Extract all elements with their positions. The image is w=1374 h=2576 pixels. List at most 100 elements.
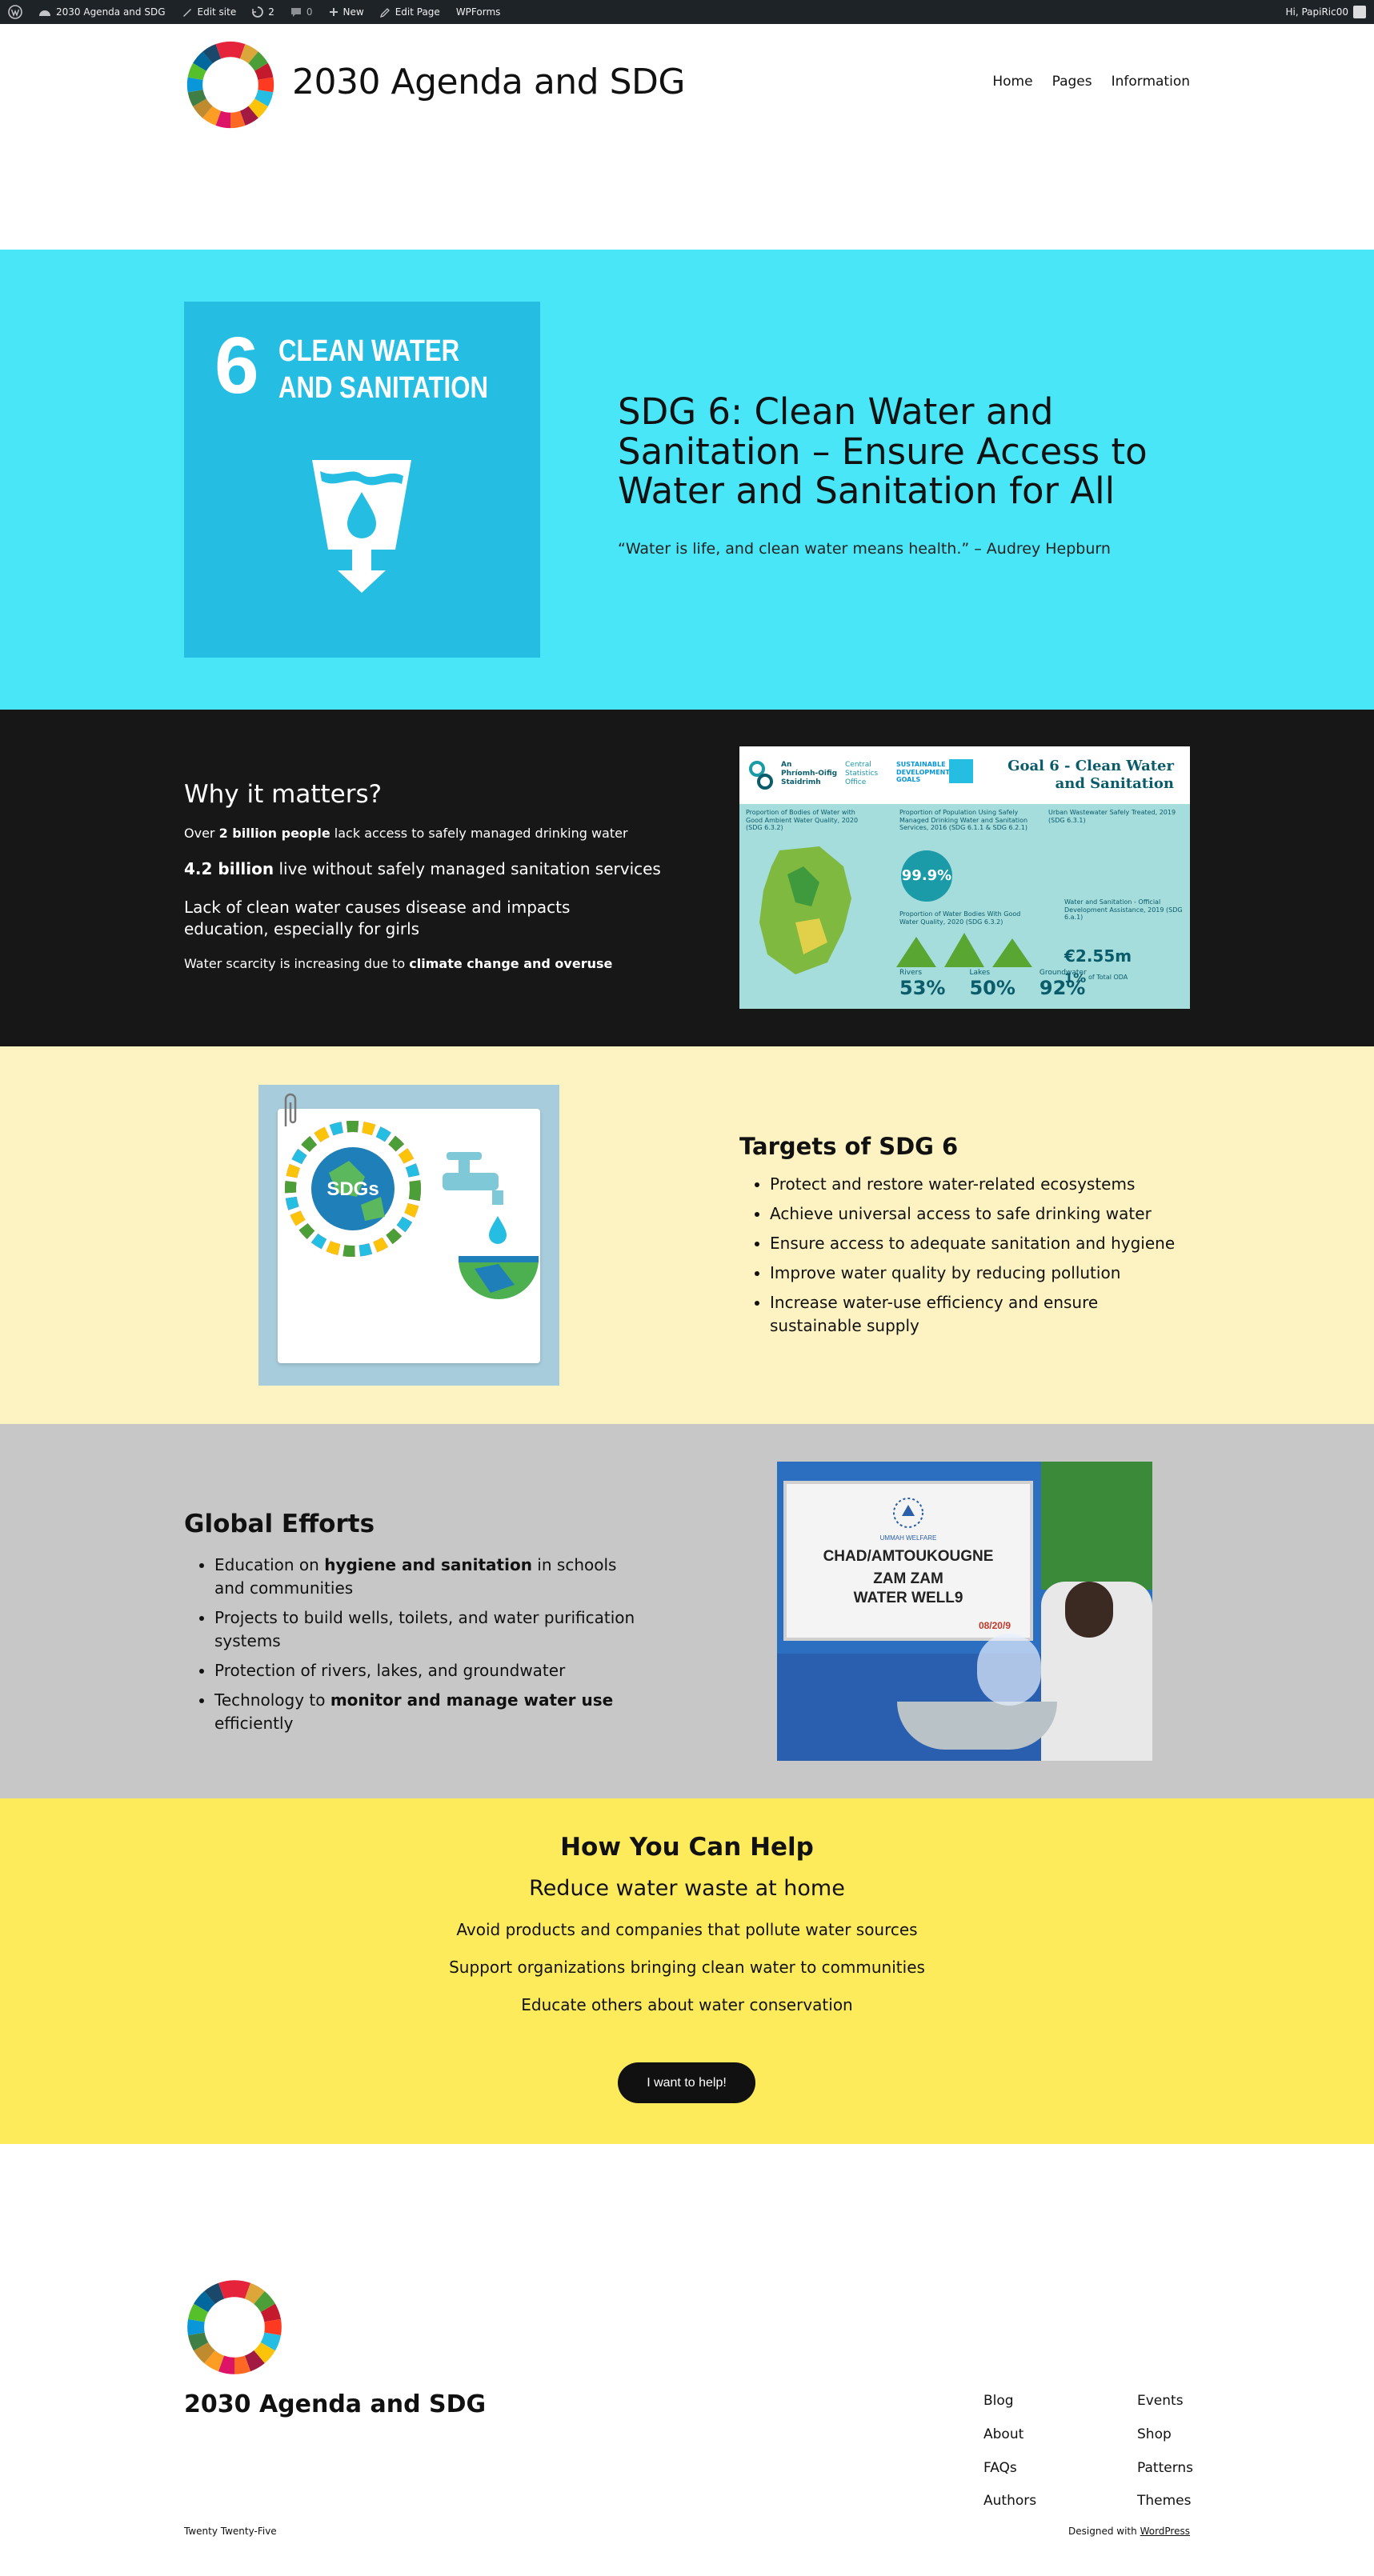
photo-person-head bbox=[1065, 1582, 1113, 1638]
ig-org-line: An bbox=[781, 761, 792, 769]
targets-section: SDGs Targets of SDG 6 Protect and restor… bbox=[0, 1046, 1374, 1424]
footer-link-themes[interactable]: Themes bbox=[1137, 2493, 1192, 2509]
admin-comments-count: 0 bbox=[306, 6, 313, 18]
pencil-icon bbox=[379, 7, 390, 18]
avatar bbox=[1353, 6, 1366, 18]
ig-cso-line: Statistics bbox=[845, 769, 879, 778]
admin-greeting: Hi, PapiRic00 bbox=[1285, 6, 1348, 18]
admin-site-link[interactable]: 2030 Agenda and SDG bbox=[30, 0, 174, 24]
why-section: Why it matters? Over 2 billion people la… bbox=[0, 710, 1374, 1046]
ig-cso-line: Office bbox=[845, 778, 867, 786]
stat-label: Rivers bbox=[899, 969, 923, 977]
welfare-logo-icon bbox=[893, 1498, 923, 1528]
dashboard-icon bbox=[39, 10, 50, 16]
stat-label: Groundwater bbox=[1039, 969, 1087, 977]
well-sign-date: 08/20/9 bbox=[978, 1620, 1011, 1631]
well-sign-line2: ZAM ZAM bbox=[873, 1570, 943, 1587]
why-fact-emphasis: climate change and overuse bbox=[409, 956, 613, 971]
admin-wpforms-label: WPForms bbox=[455, 6, 501, 18]
ig-org-line: Staidrimh bbox=[781, 778, 821, 786]
ireland-map-icon bbox=[759, 846, 851, 974]
footer-link-patterns[interactable]: Patterns bbox=[1137, 2460, 1193, 2476]
infographic-goals-label: SUSTAINABLE DEVELOPMENT GOALS bbox=[896, 761, 950, 784]
photo-basin bbox=[897, 1702, 1057, 1750]
footer-link-about[interactable]: About bbox=[983, 2426, 1023, 2442]
list-item-emphasis: hygiene and sanitation bbox=[324, 1555, 532, 1574]
well-sign: UMMAH WELFARE CHAD/AMTOUKOUGNE ZAM ZAM W… bbox=[783, 1481, 1033, 1641]
global-efforts-heading: Global Efforts bbox=[184, 1510, 375, 1538]
list-item: Protect and restore water-related ecosys… bbox=[770, 1173, 1188, 1196]
nav-home[interactable]: Home bbox=[992, 74, 1032, 90]
footer-link-faqs[interactable]: FAQs bbox=[983, 2460, 1017, 2476]
infographic-stat-rivers: Rivers 53% bbox=[899, 969, 945, 999]
infographic-oda-share-label: of Total ODA bbox=[1088, 974, 1128, 981]
admin-edit-site-link[interactable]: Edit site bbox=[174, 0, 245, 24]
sdg-tile-name-line1: CLEAN WATER bbox=[278, 334, 460, 368]
cso-logo-icon bbox=[749, 761, 773, 790]
help-line: Avoid products and companies that pollut… bbox=[456, 1920, 918, 1939]
global-efforts-section: Global Efforts Education on hygiene and … bbox=[0, 1424, 1374, 1798]
admin-updates-link[interactable]: 2 bbox=[244, 0, 282, 24]
list-item-text: Education on bbox=[214, 1555, 325, 1574]
help-section: How You Can Help Reduce water waste at h… bbox=[0, 1798, 1374, 2144]
admin-comments-link[interactable]: 0 bbox=[282, 0, 321, 24]
help-line: Support organizations bringing clean wat… bbox=[449, 1958, 925, 1977]
admin-new-link[interactable]: New bbox=[321, 0, 372, 24]
list-item: Technology to monitor and manage water u… bbox=[214, 1689, 648, 1735]
infographic-col3-text: Urban Wastewater Safely Treated, 2019 (S… bbox=[1048, 809, 1176, 824]
plus-icon bbox=[329, 8, 338, 16]
site-footer: 2030 Agenda and SDG Blog About FAQs Auth… bbox=[0, 2144, 1374, 2576]
water-glass-icon bbox=[312, 460, 411, 593]
targets-heading: Targets of SDG 6 bbox=[739, 1133, 959, 1160]
sdg-wheel-logo[interactable] bbox=[184, 38, 277, 131]
list-item: Achieve universal access to safe drinkin… bbox=[770, 1202, 1188, 1226]
stat-value: 50% bbox=[969, 977, 1015, 999]
cso-infographic-image: An Phríomh-Oifig Staidrimh Central Statisti… bbox=[739, 746, 1190, 1009]
stat-value: 92% bbox=[1039, 977, 1086, 999]
well-sign-line1: CHAD/AMTOUKOUGNE bbox=[823, 1548, 994, 1565]
list-item-text: Technology to bbox=[214, 1690, 330, 1710]
why-heading: Why it matters? bbox=[184, 780, 383, 809]
wordpress-logo-button[interactable] bbox=[0, 0, 30, 24]
nav-information[interactable]: Information bbox=[1112, 74, 1190, 90]
site-title[interactable]: 2030 Agenda and SDG bbox=[292, 62, 686, 102]
why-fact-text: Over bbox=[184, 826, 219, 841]
nav-pages[interactable]: Pages bbox=[1052, 74, 1092, 90]
infographic-cso: Central Statistics Office bbox=[845, 761, 878, 786]
help-button[interactable]: I want to help! bbox=[618, 2062, 755, 2103]
hero-section: 6 CLEAN WATER AND SANITATION SDG 6: Clea… bbox=[0, 250, 1374, 710]
ig-title-line: and Sanitation bbox=[1055, 774, 1174, 792]
sdg-tile-name: CLEAN WATER AND SANITATION bbox=[278, 334, 488, 406]
help-heading: How You Can Help bbox=[560, 1833, 814, 1862]
stat-value: 53% bbox=[899, 977, 946, 999]
list-item-emphasis: monitor and manage water use bbox=[330, 1690, 614, 1710]
help-line: Educate others about water conservation bbox=[521, 1995, 853, 2014]
admin-account-menu[interactable]: Hi, PapiRic00 bbox=[1277, 0, 1374, 24]
list-item: Projects to build wells, toilets, and wa… bbox=[214, 1606, 648, 1653]
footer-link-shop[interactable]: Shop bbox=[1137, 2426, 1172, 2442]
footer-site-title[interactable]: 2030 Agenda and SDG bbox=[184, 2390, 486, 2418]
photo-greenery bbox=[1041, 1462, 1152, 1590]
infographic-title: Goal 6 - Clean Water and Sanitation bbox=[1007, 758, 1174, 792]
admin-wpforms-link[interactable]: WPForms bbox=[448, 0, 509, 24]
footer-wordpress-link[interactable]: WordPress bbox=[1140, 2526, 1190, 2537]
footer-link-authors[interactable]: Authors bbox=[983, 2493, 1036, 2509]
infographic-stat-groundwater: Groundwater 92% bbox=[1040, 969, 1087, 999]
sdg-wheel-logo[interactable] bbox=[184, 2277, 285, 2378]
admin-edit-page-link[interactable]: Edit Page bbox=[372, 0, 448, 24]
infographic-stats: Rivers 53% Lakes 50% Groundwater 92% bbox=[899, 969, 1087, 999]
infographic-header: An Phríomh-Oifig Staidrimh Central Statisti… bbox=[739, 746, 1190, 804]
infographic-col1-text: Proportion of Bodies of Water with Good … bbox=[746, 809, 859, 832]
hero-quote: “Water is life, and clean water means he… bbox=[618, 540, 1111, 558]
sdg6-tile: 6 CLEAN WATER AND SANITATION bbox=[184, 302, 540, 658]
footer-link-blog[interactable]: Blog bbox=[983, 2393, 1014, 2409]
site-header: 2030 Agenda and SDG Home Pages Informati… bbox=[184, 24, 1190, 144]
water-well-photo: UMMAH WELFARE CHAD/AMTOUKOUGNE ZAM ZAM W… bbox=[777, 1462, 1152, 1761]
list-item: Education on hygiene and sanitation in s… bbox=[214, 1554, 648, 1600]
footer-link-events[interactable]: Events bbox=[1137, 2393, 1184, 2409]
admin-site-name: 2030 Agenda and SDG bbox=[56, 6, 166, 18]
admin-new-label: New bbox=[342, 6, 364, 18]
infographic-col2b-text: Proportion of Water Bodies With Good Wat… bbox=[899, 910, 1021, 926]
footer-credit-text: Designed with bbox=[1068, 2526, 1140, 2537]
main-nav: Home Pages Information bbox=[992, 74, 1190, 90]
